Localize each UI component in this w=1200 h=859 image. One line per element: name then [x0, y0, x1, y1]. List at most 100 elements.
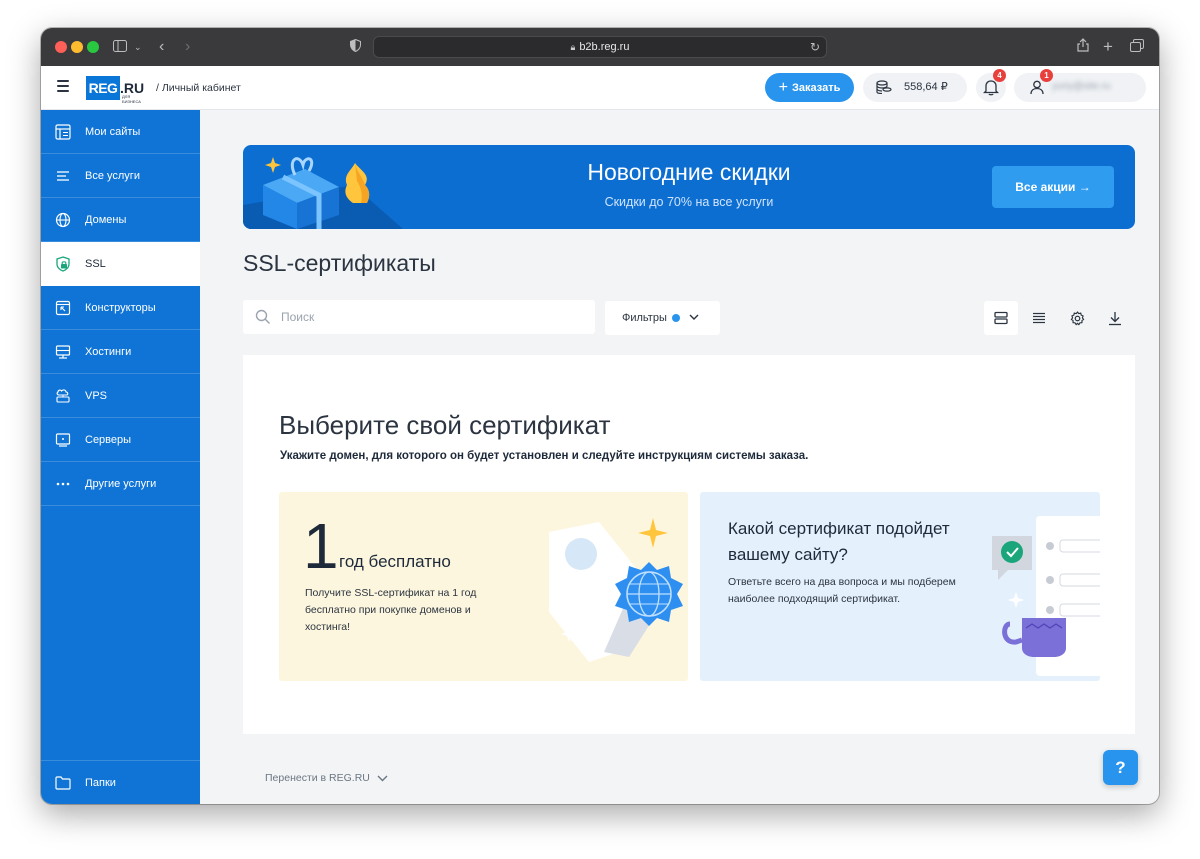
- search-input[interactable]: [281, 300, 581, 334]
- help-button[interactable]: ?: [1103, 750, 1138, 785]
- sidebar-item-label: Все услуги: [85, 170, 140, 182]
- checklist-illustration: [992, 516, 1100, 676]
- free-year-promo-card[interactable]: 1 год бесплатно Получите SSL-сертификат …: [279, 492, 688, 681]
- search-field[interactable]: [243, 300, 595, 334]
- sidebar-item-all-services[interactable]: Все услуги: [41, 154, 200, 198]
- promo-heading: год бесплатно: [339, 552, 451, 571]
- sidebar-item-label: SSL: [85, 258, 106, 270]
- reg-ru-logo[interactable]: REG .RU ДЛЯ БИЗНЕСА: [86, 74, 149, 104]
- card-title: Выберите свой сертификат: [279, 410, 611, 440]
- gift-illustration: [243, 157, 403, 229]
- sidebar-item-ssl[interactable]: SSL: [41, 242, 200, 286]
- download-icon: [1109, 312, 1121, 326]
- sidebar-item-label: Другие услуги: [85, 478, 157, 490]
- browser-toolbar: ⌄ ‹ › 🔒︎ b2b.reg.ru ↻ +: [41, 28, 1159, 66]
- search-icon: [255, 309, 270, 324]
- transfer-to-reg-ru-link[interactable]: Перенести в REG.RU: [265, 772, 388, 784]
- browser-window: ⌄ ‹ › 🔒︎ b2b.reg.ru ↻ + REG .RU ДЛЯ БИЗНЕ…: [41, 28, 1159, 804]
- vps-icon: [56, 389, 70, 403]
- cabinet-breadcrumb[interactable]: / Личный кабинет: [156, 82, 241, 94]
- logo-text: REG: [86, 76, 120, 100]
- lock-icon: 🔒︎: [570, 42, 576, 52]
- quiz-text: Ответьте всего на два вопроса и мы подбе…: [728, 576, 956, 605]
- back-arrow-icon[interactable]: ‹: [159, 37, 164, 57]
- notifications-button[interactable]: 4: [976, 69, 1006, 102]
- sidebar-item-label: Домены: [85, 214, 127, 226]
- transfer-label: Перенести в REG.RU: [265, 772, 370, 784]
- all-services-icon: [57, 171, 69, 181]
- sidebar-item-hosting[interactable]: Хостинги: [41, 330, 200, 374]
- constructor-icon: [55, 300, 71, 316]
- notifications-badge: 4: [993, 69, 1006, 82]
- certificate-quiz-card[interactable]: Какой сертификат подойдет вашему сайту? …: [700, 492, 1100, 681]
- coins-icon: [876, 80, 892, 94]
- new-tab-icon[interactable]: +: [1103, 37, 1113, 57]
- url-text: b2b.reg.ru: [579, 41, 630, 53]
- folder-icon: [55, 776, 71, 790]
- app-header: REG .RU ДЛЯ БИЗНЕСА / Личный кабинет + За…: [41, 66, 1159, 110]
- filters-active-dot: [672, 314, 680, 322]
- minimize-window-button[interactable]: [71, 41, 83, 53]
- sidebar-item-servers[interactable]: Серверы: [41, 418, 200, 462]
- card-subtitle: Укажите домен, для которого он будет уст…: [280, 450, 809, 462]
- chevron-down-icon: [689, 314, 699, 320]
- user-menu-button[interactable]: 1 yuriy@site.ru: [1014, 69, 1146, 102]
- sidebar-item-domains[interactable]: Домены: [41, 198, 200, 242]
- sidebar-item-label: VPS: [85, 390, 108, 402]
- certificate-tag-illustration: [549, 518, 683, 662]
- forward-arrow-icon[interactable]: ›: [185, 37, 190, 57]
- reload-icon[interactable]: ↻: [810, 37, 820, 57]
- page-title: SSL-сертификаты: [243, 250, 436, 276]
- sidebar-item-constructors[interactable]: Конструкторы: [41, 286, 200, 330]
- share-icon[interactable]: [1077, 37, 1089, 57]
- server-icon: [55, 433, 71, 447]
- close-window-button[interactable]: [55, 41, 67, 53]
- quiz-title: Какой сертификат подойдет вашему сайту?: [728, 519, 950, 564]
- sidebar-item-my-sites[interactable]: Мои сайты: [41, 110, 200, 154]
- sidebar-item-other-services[interactable]: Другие услуги: [41, 462, 200, 506]
- card-view-button[interactable]: [984, 301, 1018, 335]
- menu-icon[interactable]: [57, 80, 69, 92]
- promo-text: Получите SSL-сертификат на 1 год бесплат…: [305, 587, 477, 633]
- hosting-icon: [55, 345, 71, 359]
- balance-button[interactable]: 558,64 ₽: [863, 73, 967, 102]
- new-year-banner[interactable]: Новогодние скидки Скидки до 70% на все у…: [243, 145, 1135, 229]
- tab-overview-icon[interactable]: [1130, 37, 1144, 57]
- sidebar-toggle-icon[interactable]: [113, 37, 127, 57]
- download-button[interactable]: [1098, 301, 1132, 335]
- filters-label: Фильтры: [622, 312, 667, 324]
- certificate-chooser: Выберите свой сертификат Укажите домен, …: [243, 355, 1135, 734]
- sidebar-item-vps[interactable]: VPS: [41, 374, 200, 418]
- sidebar-item-label: Серверы: [85, 434, 132, 446]
- balance-amount: 558,64 ₽: [904, 81, 948, 93]
- card-view-icon: [994, 311, 1008, 325]
- maximize-window-button[interactable]: [87, 41, 99, 53]
- sidebar: Мои сайты Все услуги Домены SSL Конструк…: [41, 110, 200, 804]
- chevron-down-icon[interactable]: ⌄: [134, 37, 142, 57]
- chevron-down-icon: [377, 775, 388, 782]
- sidebar-item-label: Хостинги: [85, 346, 132, 358]
- promo-number: 1: [303, 510, 339, 582]
- user-icon: [1030, 80, 1044, 95]
- plus-icon: +: [778, 79, 788, 96]
- list-view-icon: [1033, 312, 1045, 324]
- privacy-shield-icon[interactable]: [350, 37, 361, 57]
- filters-button[interactable]: Фильтры: [605, 301, 720, 335]
- sidebar-item-label: Мои сайты: [85, 126, 141, 138]
- my-sites-icon: [55, 124, 71, 140]
- dots-icon: [56, 482, 70, 486]
- list-view-button[interactable]: [1022, 301, 1056, 335]
- sidebar-item-label: Папки: [85, 777, 116, 789]
- user-email: yuriy@site.ru: [1052, 81, 1111, 92]
- shield-lock-icon: [56, 256, 70, 272]
- order-button[interactable]: + Заказать: [765, 73, 854, 102]
- sidebar-item-label: Конструкторы: [85, 302, 156, 314]
- sidebar-item-folders[interactable]: Папки: [41, 760, 200, 804]
- settings-button[interactable]: [1060, 301, 1094, 335]
- address-bar[interactable]: 🔒︎ b2b.reg.ru ↻: [373, 36, 827, 58]
- order-label: Заказать: [791, 82, 841, 94]
- globe-icon: [55, 212, 71, 228]
- logo-subtitle: ДЛЯ БИЗНЕСА: [122, 94, 141, 104]
- gear-icon: [1070, 311, 1085, 326]
- all-promos-button[interactable]: Все акции →: [992, 166, 1114, 208]
